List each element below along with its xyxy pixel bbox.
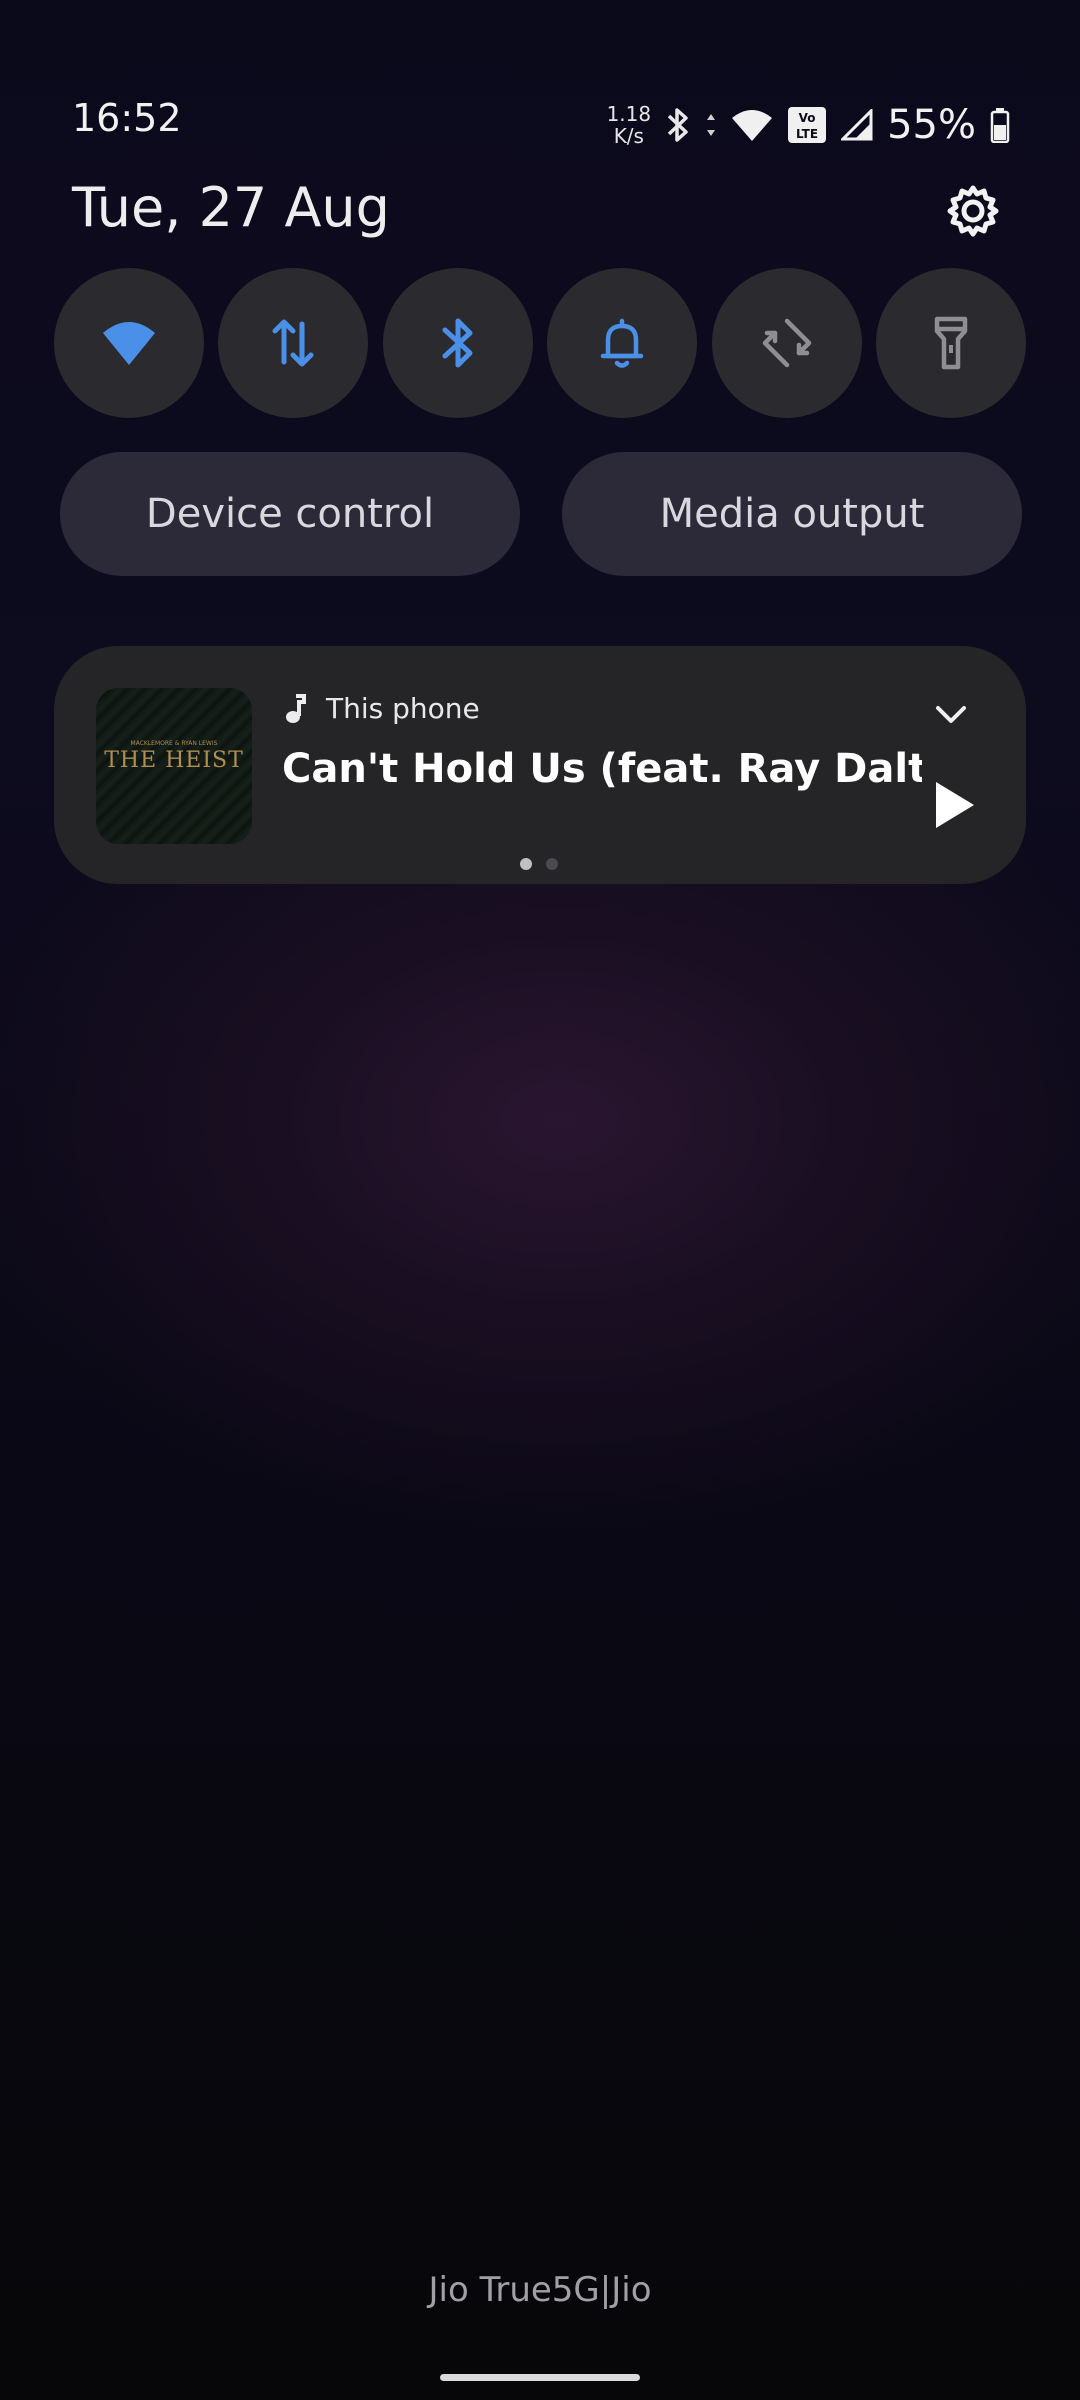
carrier-label: Jio True5G|Jio (428, 2270, 652, 2310)
album-art-subtext: MACKLEMORE & RYAN LEWIS (130, 740, 218, 747)
device-control-button[interactable]: Device control (60, 452, 520, 576)
quick-settings-tiles (54, 268, 1026, 418)
media-source-label: This phone (326, 692, 480, 725)
system-icons: 1.18 K/s Vo LTE 55% (607, 100, 1010, 150)
chevron-down-icon[interactable] (930, 694, 972, 736)
music-note-icon (286, 693, 306, 723)
media-output-button[interactable]: Media output (562, 452, 1022, 576)
album-art: MACKLEMORE & RYAN LEWIS THE HEIST (96, 688, 252, 844)
net-speed-unit: K/s (613, 124, 644, 148)
tile-mobile-data[interactable] (218, 268, 369, 418)
bluetooth-icon (667, 108, 688, 142)
flashlight-icon (934, 316, 968, 370)
page-dot (546, 858, 558, 870)
net-speed: 1.18 K/s (607, 103, 652, 147)
tile-auto-rotate[interactable] (711, 268, 862, 418)
status-time: 16:52 (72, 96, 182, 140)
media-page-indicator (520, 858, 558, 870)
tile-flashlight[interactable] (875, 268, 1026, 418)
wifi-icon (732, 110, 773, 141)
svg-text:Vo: Vo (799, 111, 816, 125)
media-source[interactable]: This phone (284, 692, 480, 725)
page-dot-active (520, 858, 532, 870)
track-title: Can't Hold Us (feat. Ray Dalt... (282, 746, 922, 792)
volte-icon: Vo LTE (788, 107, 827, 143)
navigation-handle[interactable] (440, 2374, 640, 2381)
data-arrows-icon (707, 114, 716, 136)
rotate-icon (762, 318, 811, 368)
bell-icon (600, 318, 644, 368)
tile-wifi[interactable] (54, 268, 204, 418)
play-icon[interactable] (922, 776, 980, 834)
tile-sound[interactable] (547, 268, 698, 418)
data-transfer-icon (272, 319, 314, 367)
gear-icon[interactable] (944, 182, 1002, 240)
status-bar: 16:52 1.18 K/s Vo LTE 55% (0, 0, 1080, 180)
net-speed-value: 1.18 (606, 102, 652, 126)
album-art-title: THE HEIST (104, 748, 244, 773)
signal-icon (841, 109, 873, 141)
bluetooth-icon (442, 318, 473, 368)
media-player-card[interactable]: MACKLEMORE & RYAN LEWIS THE HEIST This p… (54, 646, 1026, 884)
battery-percent: 55% (887, 102, 976, 148)
date-label: Tue, 27 Aug (72, 176, 390, 239)
battery-icon (990, 108, 1010, 143)
svg-text:LTE: LTE (796, 127, 818, 141)
tile-bluetooth[interactable] (382, 268, 533, 418)
wifi-icon (103, 322, 155, 365)
